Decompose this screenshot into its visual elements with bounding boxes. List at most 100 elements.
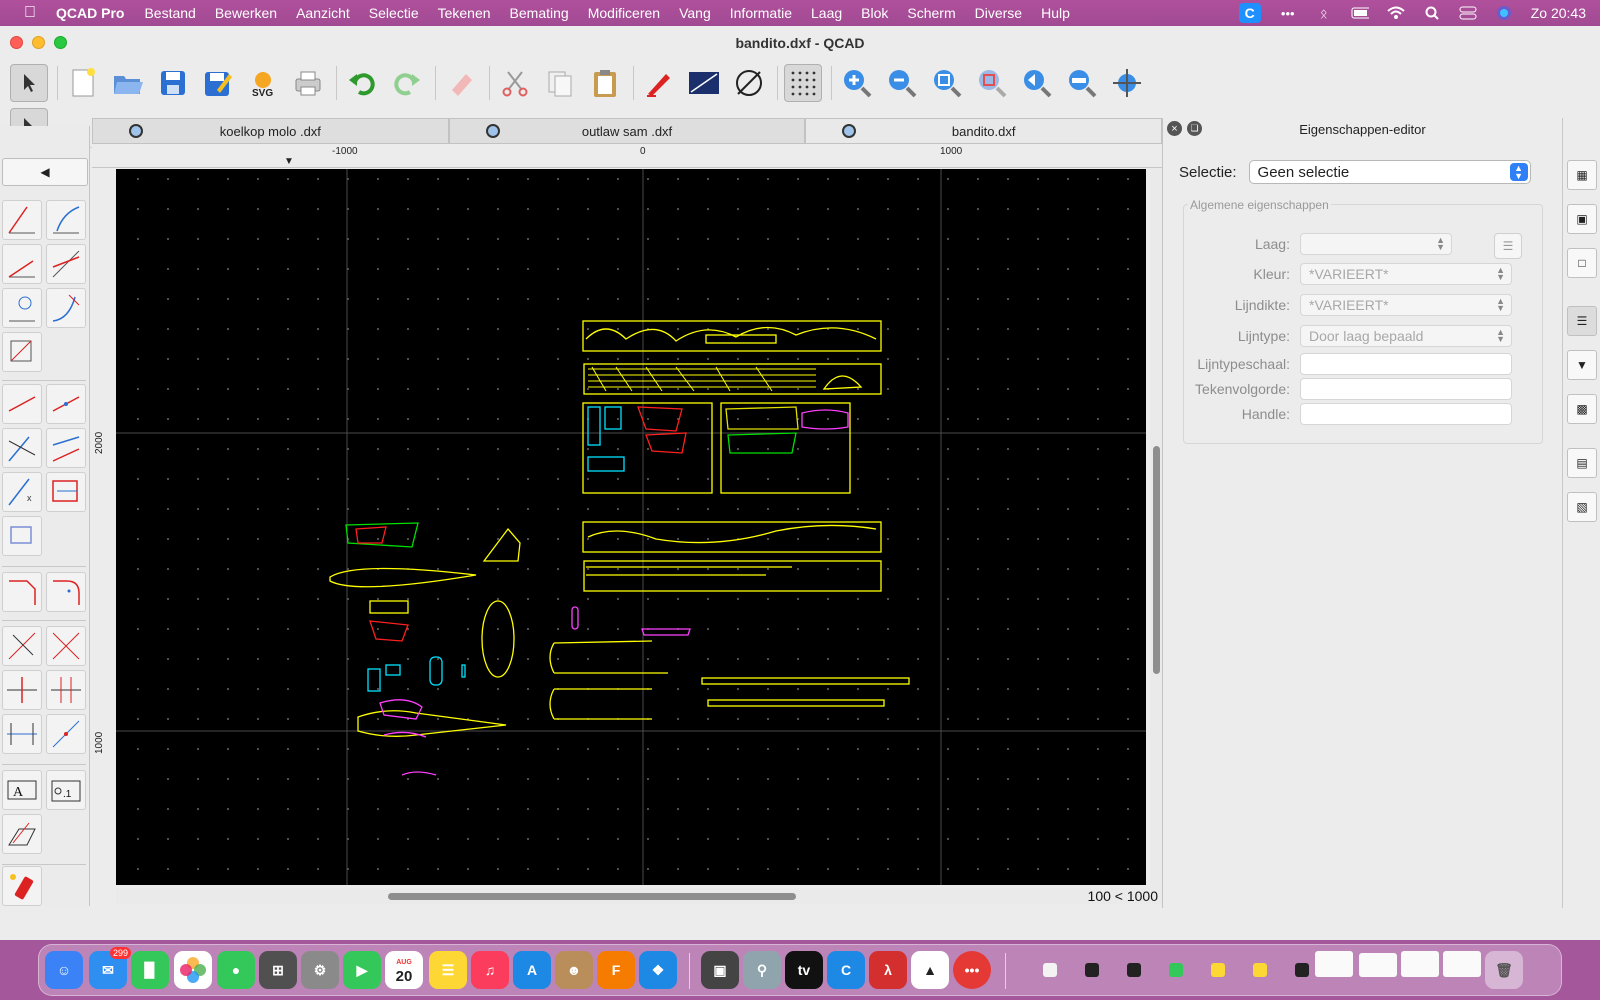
tool-line-x[interactable]: x — [2, 472, 42, 512]
grid-toggle-button[interactable] — [784, 64, 822, 102]
document-thumbnail-icon[interactable] — [1253, 963, 1267, 977]
notes-icon[interactable]: ☰ — [429, 951, 467, 989]
zoom-auto-button[interactable] — [928, 64, 966, 102]
menu-diverse[interactable]: Diverse — [975, 5, 1022, 21]
calculator-icon[interactable]: ⊞ — [259, 951, 297, 989]
tool-line-parallel[interactable] — [46, 428, 86, 468]
document-thumbnail-icon[interactable] — [1127, 963, 1141, 977]
tool-rotate-angle[interactable] — [2, 288, 42, 328]
draw-order-input[interactable] — [1300, 378, 1512, 400]
tool-line-2p[interactable] — [2, 384, 42, 424]
trash-icon[interactable]: 🗑 — [1485, 951, 1523, 989]
save-button[interactable] — [154, 64, 192, 102]
zoom-window-button[interactable] — [1063, 64, 1101, 102]
tool-dimension-text[interactable]: .1 — [46, 770, 86, 810]
viewport-panel-icon[interactable]: ▩ — [1567, 394, 1597, 424]
tool-arc-tangent[interactable] — [46, 288, 86, 328]
tool-tangent[interactable] — [46, 244, 86, 284]
eraser-button[interactable] — [442, 64, 480, 102]
zoom-in-button[interactable] — [838, 64, 876, 102]
music-icon[interactable]: ♫ — [471, 951, 509, 989]
menu-informatie[interactable]: Informatie — [730, 5, 792, 21]
mail-icon[interactable]: ✉ 299 — [89, 947, 131, 989]
document-thumbnail-icon[interactable] — [1295, 963, 1309, 977]
more-apps-icon[interactable]: ••• — [953, 951, 991, 989]
zoom-selection-button[interactable] — [973, 64, 1011, 102]
layer-list-icon[interactable]: ☰ — [1494, 233, 1522, 259]
qcad-status-icon[interactable]: C — [1238, 3, 1261, 23]
menu-blok[interactable]: Blok — [861, 5, 888, 21]
numbers-icon[interactable]: ▉ — [131, 951, 169, 989]
wifi-icon[interactable] — [1387, 6, 1405, 20]
more-icon[interactable]: ••• — [1279, 6, 1297, 21]
fusion360-icon[interactable]: F — [597, 951, 635, 989]
menu-aanzicht[interactable]: Aanzicht — [296, 5, 350, 21]
close-window-button[interactable] — [10, 36, 23, 49]
drawing-canvas[interactable] — [116, 169, 1146, 885]
tool-text[interactable]: A — [2, 770, 42, 810]
linetype-scale-input[interactable] — [1300, 353, 1512, 375]
draw-pen-button[interactable] — [640, 64, 678, 102]
export-svg-button[interactable]: SVG — [244, 64, 282, 102]
apple-icon[interactable]:  — [20, 4, 40, 22]
preview-icon[interactable]: ⚲ — [743, 951, 781, 989]
tool-polyline-box[interactable] — [46, 472, 86, 512]
menu-scherm[interactable]: Scherm — [907, 5, 955, 21]
document-thumbnail-icon[interactable] — [1085, 963, 1099, 977]
menu-bemating[interactable]: Bemating — [510, 5, 569, 21]
filter-panel-icon[interactable]: ▼ — [1567, 350, 1597, 380]
zoom-window-button[interactable] — [54, 36, 67, 49]
copy-button[interactable] — [541, 64, 579, 102]
zoom-out-button[interactable] — [883, 64, 921, 102]
document-thumbnail-icon[interactable] — [1443, 951, 1481, 977]
tool-trim-both[interactable] — [46, 626, 86, 666]
tool-line-points[interactable] — [46, 384, 86, 424]
tab-koelkop-molo[interactable]: koelkop molo .dxf — [92, 118, 449, 144]
redo-button[interactable] — [388, 64, 426, 102]
menu-selectie[interactable]: Selectie — [369, 5, 419, 21]
menu-bestand[interactable]: Bestand — [144, 5, 195, 21]
tool-lengthen[interactable] — [46, 714, 86, 754]
tool-break[interactable] — [2, 670, 42, 710]
menu-laag[interactable]: Laag — [811, 5, 842, 21]
app-menu[interactable]: QCAD Pro — [56, 5, 124, 21]
tool-hatch[interactable] — [2, 814, 42, 854]
selection-dropdown[interactable]: Geen selectie ▲ ▼ — [1248, 160, 1531, 184]
apple-tv-icon[interactable]: tv — [785, 951, 823, 989]
pan-button[interactable] — [1108, 64, 1146, 102]
tool-shape[interactable] — [2, 516, 42, 556]
menu-hulp[interactable]: Hulp — [1041, 5, 1070, 21]
siri-icon[interactable] — [1495, 6, 1513, 20]
battery-icon[interactable] — [1351, 6, 1369, 20]
menu-tekenen[interactable]: Tekenen — [438, 5, 491, 21]
blocks-panel-icon[interactable]: ▣ — [1567, 204, 1597, 234]
measure-angle-button[interactable] — [730, 64, 768, 102]
tab-outlaw-sam[interactable]: outlaw sam .dxf — [448, 118, 806, 144]
handle-input[interactable] — [1300, 403, 1512, 425]
save-as-button[interactable] — [199, 64, 237, 102]
minimize-window-button[interactable] — [32, 36, 45, 49]
acrobat-icon[interactable]: λ — [869, 951, 907, 989]
view-panel-icon[interactable]: □ — [1567, 248, 1597, 278]
tab-bandito[interactable]: bandito.dxf — [805, 118, 1163, 144]
document-thumbnail-icon[interactable] — [1211, 963, 1225, 977]
select-pointer-button[interactable] — [10, 64, 48, 102]
facetime-icon[interactable]: ▶ — [343, 951, 381, 989]
inkscape-icon[interactable]: ▲ — [911, 951, 949, 989]
qcad-icon[interactable]: C — [827, 951, 865, 989]
linetype-select[interactable]: Door laag bepaald ▲ ▼ — [1300, 325, 1512, 347]
new-file-button[interactable] — [64, 64, 102, 102]
tool-perpendicular[interactable] — [2, 332, 42, 372]
scroll-thumb[interactable] — [1153, 446, 1160, 674]
tool-angle-line[interactable] — [2, 200, 42, 240]
document-thumbnail-icon[interactable] — [1359, 953, 1397, 977]
tool-trim[interactable] — [2, 626, 42, 666]
tool-line-relative[interactable] — [2, 428, 42, 468]
tool-explode[interactable] — [2, 866, 42, 906]
tool-chamfer[interactable] — [2, 572, 42, 612]
open-file-button[interactable] — [109, 64, 147, 102]
screenshot-icon[interactable]: ▣ — [701, 951, 739, 989]
document-thumbnail-icon[interactable] — [1043, 963, 1057, 977]
command-line-icon[interactable]: ▤ — [1567, 448, 1597, 478]
document-thumbnail-icon[interactable] — [1169, 963, 1183, 977]
